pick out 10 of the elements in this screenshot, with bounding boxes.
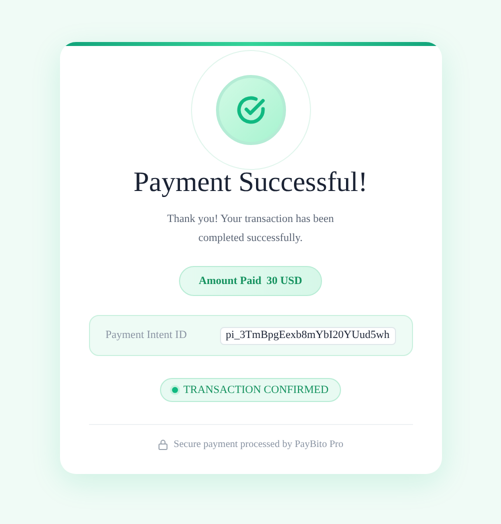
footer-text: Secure payment processed by PayBito Pro	[174, 438, 344, 452]
amount-label: Amount Paid	[198, 274, 262, 289]
success-title: Payment Successful!	[133, 166, 368, 200]
lock-icon	[158, 439, 168, 450]
amount-value: 30 USD	[266, 274, 302, 289]
payment-intent-value: pi_3TmBpgEexb8mYbI20YUud5wh	[220, 326, 396, 344]
check-circle-icon	[234, 94, 266, 126]
status-text: TRANSACTION CONFIRMED	[183, 382, 329, 398]
success-message: Thank you! Your transaction has been completed successfully.	[166, 212, 335, 246]
payment-intent-label: Payment Intent ID	[106, 328, 187, 344]
